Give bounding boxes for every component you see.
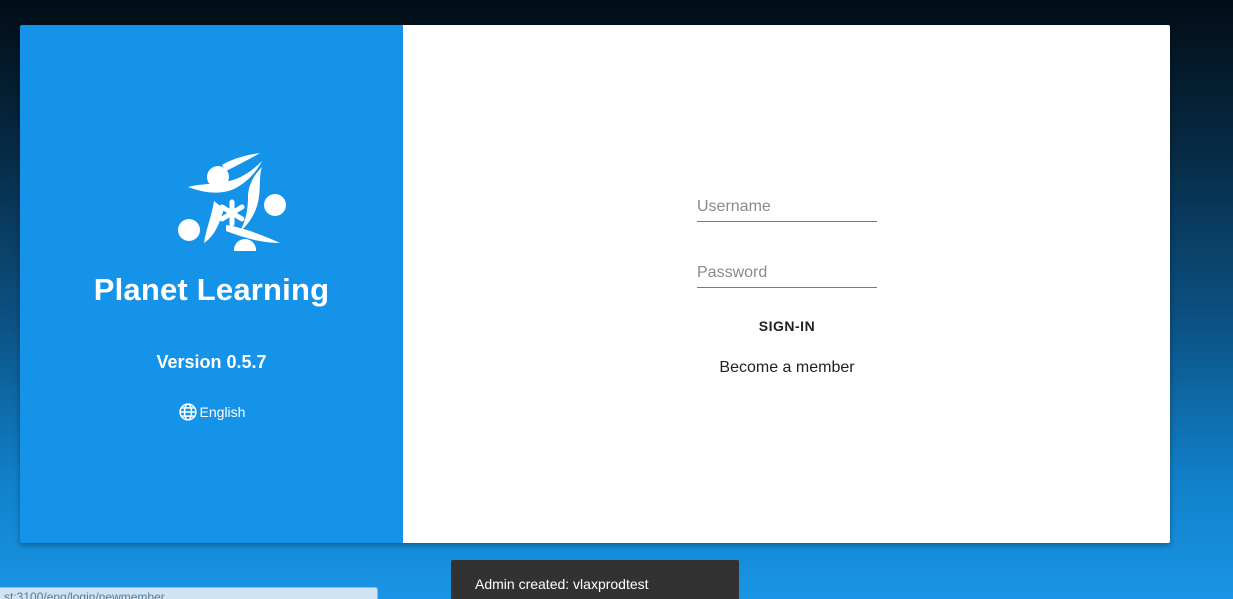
globe-icon	[178, 403, 197, 421]
login-panel: SIGN-IN Become a member	[403, 25, 1170, 543]
language-selector[interactable]: English	[20, 402, 403, 422]
password-input[interactable]	[697, 261, 877, 285]
status-url-bar: st:3100/eng/login/newmember	[0, 587, 378, 599]
password-field-wrapper	[697, 261, 877, 288]
snackbar-message: Admin created: vlaxprodtest	[475, 576, 649, 592]
snackbar-notification: Admin created: vlaxprodtest	[451, 560, 739, 599]
language-label: English	[199, 404, 246, 420]
login-form: SIGN-IN Become a member	[697, 195, 877, 377]
planet-learning-logo-icon	[178, 153, 286, 251]
app-title: Planet Learning	[93, 272, 330, 307]
brand-panel: Planet Learning Version 0.5.7 English	[20, 25, 403, 543]
username-input[interactable]	[697, 195, 877, 219]
login-card: Planet Learning Version 0.5.7 English SI	[20, 25, 1170, 543]
version-label: Version 0.5.7	[156, 352, 267, 372]
become-member-link[interactable]: Become a member	[697, 359, 877, 377]
username-field-wrapper	[697, 195, 877, 222]
sign-in-button[interactable]: SIGN-IN	[737, 318, 837, 334]
